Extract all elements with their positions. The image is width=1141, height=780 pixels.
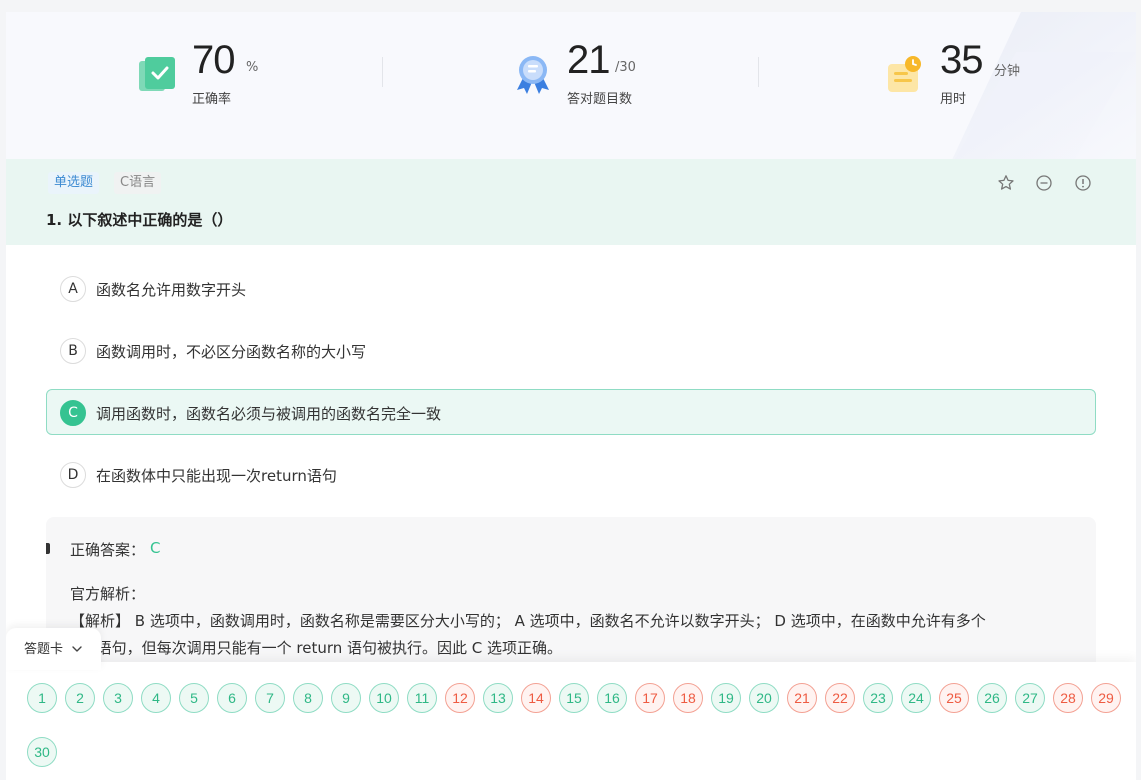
answer-card-item[interactable]: 16	[597, 683, 627, 713]
answer-card-item[interactable]: 19	[711, 683, 741, 713]
option-letter: D	[60, 462, 86, 488]
answer-card-item[interactable]: 20	[749, 683, 779, 713]
answer-card-item[interactable]: 7	[255, 683, 285, 713]
answer-card-item[interactable]: 10	[369, 683, 399, 713]
answer-card-item[interactable]: 25	[939, 683, 969, 713]
answer-card-item[interactable]: 22	[825, 683, 855, 713]
accuracy-unit: %	[246, 60, 259, 75]
subject-tag: C语言	[114, 172, 162, 194]
correct-count-total: /30	[615, 60, 636, 75]
clock-notepad-icon	[888, 56, 921, 92]
answer-card-item[interactable]: 4	[141, 683, 171, 713]
option-letter: A	[60, 276, 86, 302]
time-used-label: 用时	[940, 92, 967, 107]
divider	[382, 57, 383, 87]
option-a[interactable]: A 函数名允许用数字开头	[46, 265, 1096, 311]
answer-card-item[interactable]: 18	[673, 683, 703, 713]
analysis-text: return 语句，但每次调用只能有一个 return 语句被执行。因此 C 选…	[46, 639, 563, 657]
option-d[interactable]: D 在函数体中只能出现一次return语句	[46, 451, 1096, 497]
award-ribbon-icon	[517, 56, 549, 94]
answer-card-item[interactable]: 3	[103, 683, 133, 713]
chevron-down-icon	[72, 646, 82, 652]
section-marker	[46, 543, 50, 554]
option-text: 在函数体中只能出现一次return语句	[96, 467, 337, 485]
answer-card-item[interactable]: 17	[635, 683, 665, 713]
correct-count-value: 21	[567, 38, 610, 82]
answer-card-item[interactable]: 21	[787, 683, 817, 713]
accuracy-label: 正确率	[192, 92, 232, 107]
option-text: 函数调用时，不必区分函数名称的大小写	[96, 343, 367, 361]
analysis-text: 【解析】 B 选项中，函数调用时，函数名称是需要区分大小写的； A 选项中，函数…	[70, 612, 986, 630]
accuracy-value: 70	[192, 38, 235, 82]
correct-answer-value: C	[150, 539, 161, 557]
answer-card-item[interactable]: 11	[407, 683, 437, 713]
checklist-icon	[139, 57, 175, 91]
option-c[interactable]: C 调用函数时，函数名必须与被调用的函数名完全一致	[46, 389, 1096, 435]
answer-card-item[interactable]: 15	[559, 683, 589, 713]
answer-card-item[interactable]: 9	[331, 683, 361, 713]
option-text: 函数名允许用数字开头	[96, 281, 247, 299]
answer-card-item[interactable]: 26	[977, 683, 1007, 713]
answer-card-item[interactable]: 8	[293, 683, 323, 713]
correct-answer-label: 正确答案：	[70, 541, 146, 559]
answer-card-item[interactable]: 29	[1091, 683, 1121, 713]
divider	[758, 57, 759, 87]
time-used-value: 35	[940, 38, 983, 82]
analysis-title: 官方解析：	[70, 585, 146, 603]
result-page: 70 % 正确率 21 /30 答对题目数 35 分钟 用时 单选题 C语言 1…	[6, 12, 1136, 780]
answer-card-item[interactable]: 13	[483, 683, 513, 713]
question-type-tag: 单选题	[48, 172, 100, 194]
option-text: 调用函数时，函数名必须与被调用的函数名完全一致	[96, 405, 442, 423]
question-header: 单选题 C语言 1. 以下叙述中正确的是（）	[6, 159, 1136, 245]
answer-card-item[interactable]: 1	[27, 683, 57, 713]
report-error-icon[interactable]	[1074, 174, 1092, 192]
answer-card-item[interactable]: 24	[901, 683, 931, 713]
answer-card-label: 答题卡	[24, 642, 64, 657]
answer-card-item[interactable]: 5	[179, 683, 209, 713]
star-icon[interactable]	[997, 174, 1015, 192]
stats-header: 70 % 正确率 21 /30 答对题目数 35 分钟 用时	[6, 12, 1136, 159]
answer-card-item[interactable]: 12	[445, 683, 475, 713]
answer-card-item[interactable]: 23	[863, 683, 893, 713]
answer-card-item[interactable]: 30	[27, 737, 57, 767]
option-b[interactable]: B 函数调用时，不必区分函数名称的大小写	[46, 327, 1096, 373]
time-used-unit: 分钟	[994, 64, 1021, 79]
option-letter: C	[60, 400, 86, 426]
answer-card-item[interactable]: 28	[1053, 683, 1083, 713]
remove-icon[interactable]	[1035, 174, 1053, 192]
answer-card-item[interactable]: 6	[217, 683, 247, 713]
question-title: 1. 以下叙述中正确的是（）	[46, 211, 233, 229]
answer-card-item[interactable]: 2	[65, 683, 95, 713]
answer-card-toggle[interactable]: 答题卡	[6, 628, 101, 670]
option-letter: B	[60, 338, 86, 364]
answer-card-item[interactable]: 14	[521, 683, 551, 713]
answer-card-item[interactable]: 27	[1015, 683, 1045, 713]
correct-count-label: 答对题目数	[567, 92, 633, 107]
answer-card-panel: 1 2 3 4 5 6 7 8 9 10 11 12 13 14 15 16 17 18 19 20 21 22 23 24 2…	[6, 662, 1136, 780]
